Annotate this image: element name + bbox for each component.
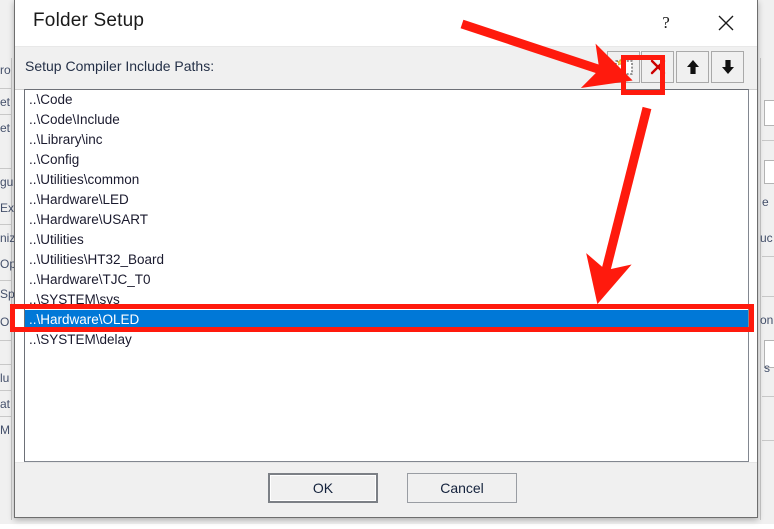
help-button[interactable]: ? [643, 0, 689, 45]
background-divider-right [760, 58, 761, 520]
list-item[interactable]: ..\Config [25, 150, 748, 170]
include-paths-listbox[interactable]: ..\Code ..\Code\Include ..\Library\inc ..\C… [24, 89, 749, 462]
background-rule-5 [0, 280, 12, 281]
background-text-fragment: e [762, 195, 769, 209]
dialog-footer: OK Cancel [15, 462, 757, 517]
dialog-title: Folder Setup [33, 10, 145, 31]
new-folder-icon [614, 58, 633, 75]
move-down-button[interactable] [711, 51, 744, 83]
list-item[interactable]: ..\Utilities [25, 230, 748, 250]
red-x-icon [650, 59, 665, 75]
close-button[interactable] [703, 0, 749, 45]
background-text-fragment: lu [0, 371, 10, 385]
background-text-fragment: et [0, 95, 11, 109]
list-item[interactable]: ..\SYSTEM\sys [25, 290, 748, 310]
ok-button[interactable]: OK [268, 473, 378, 503]
background-rule-4 [0, 224, 12, 225]
move-up-button[interactable] [676, 51, 709, 83]
background-panel-right-2 [764, 160, 774, 184]
cancel-button[interactable]: Cancel [407, 473, 517, 503]
list-item[interactable]: ..\Hardware\TJC_T0 [25, 270, 748, 290]
background-rule-r1 [762, 140, 774, 141]
background-text-fragment: ro [0, 63, 11, 77]
background-rule-3 [0, 168, 12, 169]
folder-setup-dialog: Folder Setup ? Setup Compiler Include Pa… [14, 0, 758, 518]
background-text-fragment: s [764, 361, 770, 375]
list-item[interactable]: ..\Utilities\common [25, 170, 748, 190]
background-text-fragment: at [0, 397, 11, 411]
background-rule-8 [0, 390, 12, 391]
list-item[interactable]: ..\Code [25, 90, 748, 110]
background-rule-r5 [762, 440, 774, 441]
dialog-toolbar: Setup Compiler Include Paths: [15, 47, 757, 90]
background-text-fragment: Ex [0, 201, 15, 215]
list-item[interactable]: ..\Hardware\USART [25, 210, 748, 230]
close-icon [718, 15, 734, 30]
background-text-fragment: M [0, 423, 10, 437]
background-text-fragment: et [0, 121, 11, 135]
arrow-up-icon [686, 60, 699, 74]
background-text-fragment: gu [0, 175, 14, 189]
toolbar-label: Setup Compiler Include Paths: [25, 58, 215, 74]
list-item[interactable]: ..\Utilities\HT32_Board [25, 250, 748, 270]
list-item[interactable]: ..\SYSTEM\delay [25, 330, 748, 350]
arrow-down-icon [721, 60, 734, 74]
background-rule-1 [0, 88, 12, 89]
background-rule-r2 [762, 256, 774, 257]
background-text-fragment: Sp [0, 287, 15, 301]
dialog-titlebar: Folder Setup ? [15, 0, 757, 47]
new-path-button[interactable] [607, 51, 640, 83]
background-rule-r3 [762, 296, 774, 297]
background-panel-right-1 [764, 100, 774, 126]
background-rule-6 [0, 340, 12, 341]
background-rule-r4 [762, 396, 774, 397]
help-icon: ? [662, 12, 670, 32]
delete-path-button[interactable] [641, 51, 674, 83]
background-rule-7 [0, 364, 12, 365]
background-rule-9 [0, 416, 12, 417]
list-item-selected[interactable]: ..\Hardware\OLED [25, 310, 748, 330]
list-item[interactable]: ..\Library\inc [25, 130, 748, 150]
background-text-fragment: on [760, 313, 774, 327]
background-rule-2 [0, 114, 12, 115]
list-item[interactable]: ..\Hardware\LED [25, 190, 748, 210]
list-item[interactable]: ..\Code\Include [25, 110, 748, 130]
background-text-fragment: uc [760, 231, 773, 245]
